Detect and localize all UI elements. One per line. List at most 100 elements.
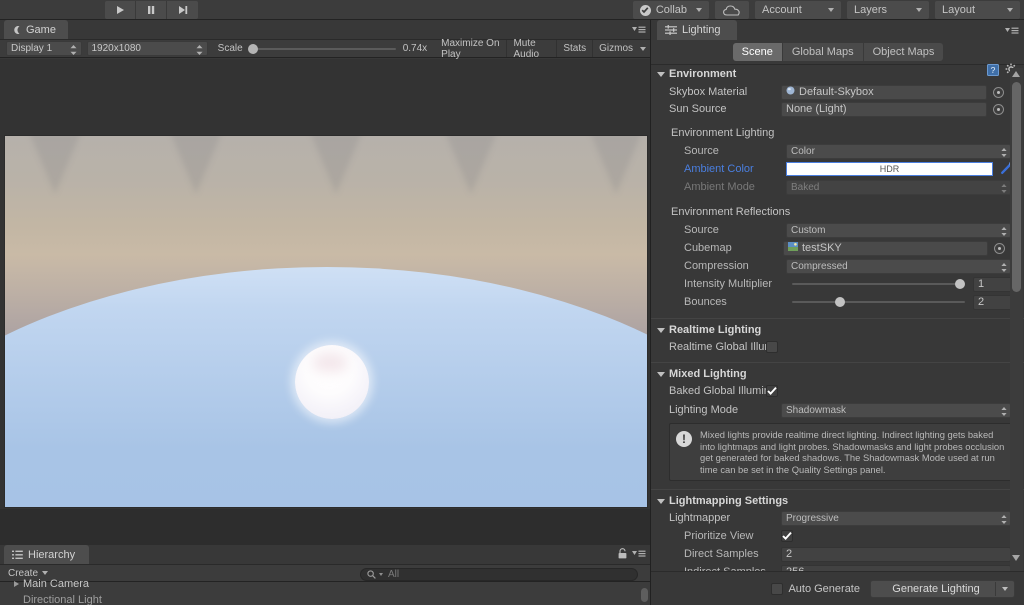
scale-slider-track[interactable] [247, 43, 396, 54]
game-panel-menu-icon[interactable] [632, 25, 646, 37]
hierarchy-item-main-camera[interactable]: Main Camera [0, 576, 650, 592]
expand-arrow-icon[interactable] [14, 581, 19, 587]
gizmos-dropdown-caret[interactable] [636, 46, 650, 51]
field-prioritize-view[interactable]: Prioritize View [651, 528, 1024, 544]
field-compression[interactable]: Compression Compressed [651, 258, 1024, 274]
ambient-color-swatch[interactable]: HDR [786, 162, 993, 176]
reflection-source-dropdown[interactable]: Custom [786, 222, 1011, 239]
layers-button[interactable]: Layers [847, 1, 929, 19]
baked-gi-checkbox[interactable] [766, 385, 778, 397]
lighting-settings-scroll-body[interactable]: Environment Skybox Material Default-Skyb… [651, 66, 1024, 591]
hierarchy-scrollbar[interactable] [640, 583, 649, 604]
play-button[interactable] [105, 1, 136, 19]
lightmapper-dropdown[interactable]: Progressive [781, 510, 1011, 526]
hierarchy-tree[interactable]: Main Camera Directional Light [0, 578, 650, 605]
check-icon [639, 4, 651, 16]
lighting-mode-dropdown[interactable]: Shadowmask [781, 402, 1011, 418]
field-lighting-mode[interactable]: Lighting Mode Shadowmask [651, 402, 1024, 418]
lock-icon[interactable] [618, 548, 627, 562]
cubemap-picker-icon[interactable] [994, 242, 1005, 254]
tab-hierarchy[interactable]: Hierarchy [4, 545, 90, 564]
direct-samples-field[interactable]: 2 [781, 546, 1011, 562]
stats-label: Stats [563, 43, 587, 54]
lighting-panel-scrollbar[interactable] [1010, 68, 1023, 589]
ambient-color-label[interactable]: Ambient Color [651, 163, 786, 175]
field-sun-source[interactable]: Sun Source None (Light) [651, 101, 1024, 117]
scale-slider-knob[interactable] [247, 43, 258, 54]
generate-lighting-button[interactable]: Generate Lighting [870, 579, 1015, 598]
bounces-slider-knob[interactable] [835, 297, 845, 307]
bounces-slider-track[interactable] [792, 297, 965, 307]
account-button[interactable]: Account [755, 1, 841, 19]
section-lightmapping-settings[interactable]: Lightmapping Settings [651, 493, 1024, 509]
scale-slider-group[interactable]: Scale 0.74x [218, 43, 427, 54]
generate-lighting-dropdown[interactable] [996, 586, 1014, 591]
gizmos-button[interactable]: Gizmos [593, 40, 636, 57]
tab-scene[interactable]: Scene [732, 43, 783, 61]
field-baked-global-illumination[interactable]: Baked Global Illuminat [651, 383, 1024, 399]
field-env-source[interactable]: Source Color [651, 143, 1024, 159]
updown-icon [1001, 226, 1007, 239]
section-environment[interactable]: Environment [651, 66, 1024, 82]
auto-generate-checkbox[interactable] [771, 582, 784, 595]
auto-generate-group[interactable]: Auto Generate [771, 582, 860, 595]
maximize-on-play-button[interactable]: Maximize On Play [435, 38, 508, 60]
section-mixed-lighting[interactable]: Mixed Lighting [651, 366, 1024, 382]
scroll-down-arrow-icon[interactable] [1012, 555, 1020, 561]
auto-generate-label: Auto Generate [788, 582, 860, 595]
scrollbar-thumb[interactable] [1012, 82, 1021, 292]
hierarchy-panel-menu-icon[interactable] [632, 549, 646, 561]
tab-game[interactable]: Game [4, 20, 68, 39]
sun-source-picker-icon[interactable] [993, 103, 1004, 115]
tab-object-maps[interactable]: Object Maps [863, 43, 944, 61]
field-ambient-color[interactable]: Ambient Color HDR [651, 161, 1024, 177]
field-cubemap[interactable]: Cubemap testSKY [651, 240, 1024, 256]
field-direct-samples[interactable]: Direct Samples 2 [651, 546, 1024, 562]
chevron-down-icon [657, 371, 665, 377]
hierarchy-tab-row: Hierarchy [0, 545, 650, 564]
realtime-gi-checkbox[interactable] [766, 341, 778, 353]
field-skybox-material[interactable]: Skybox Material Default-Skybox [651, 84, 1024, 100]
compression-dropdown[interactable]: Compressed [786, 258, 1011, 274]
direct-samples-value: 2 [786, 548, 793, 560]
field-lightmapper[interactable]: Lightmapper Progressive [651, 510, 1024, 526]
env-source-dropdown[interactable]: Color [786, 143, 1011, 159]
field-intensity-multiplier[interactable]: Intensity Multiplier 1 [651, 276, 1024, 292]
material-sphere-icon [786, 86, 795, 98]
step-button[interactable] [167, 1, 198, 19]
prioritize-view-checkbox[interactable] [781, 530, 793, 542]
game-render-area[interactable] [0, 59, 650, 509]
cubemap-field[interactable]: testSKY [783, 240, 988, 256]
section-realtime-lighting[interactable]: Realtime Lighting [651, 322, 1024, 338]
skybox-material-picker-icon[interactable] [993, 86, 1004, 98]
pause-button[interactable] [136, 1, 167, 19]
stats-button[interactable]: Stats [557, 40, 594, 57]
collab-button[interactable]: Collab [632, 1, 709, 19]
intensity-slider-track[interactable] [792, 279, 965, 289]
scroll-up-arrow-icon[interactable] [1012, 71, 1020, 77]
generate-lighting-label: Generate Lighting [892, 582, 980, 595]
tab-object-maps-label: Object Maps [872, 46, 935, 58]
hierarchy-item-directional-light[interactable]: Directional Light [0, 592, 650, 605]
mixed-lighting-help-box: ! Mixed lights provide realtime direct l… [669, 423, 1013, 481]
display-value: Display 1 [11, 43, 53, 54]
intensity-slider-knob[interactable] [955, 279, 965, 289]
mute-audio-button[interactable]: Mute Audio [507, 38, 558, 60]
intensity-value: 1 [978, 278, 985, 290]
game-icon [14, 25, 20, 34]
sun-source-field[interactable]: None (Light) [781, 101, 987, 117]
ambient-mode-label: Ambient Mode [684, 181, 755, 193]
display-dropdown[interactable]: Display 1 [6, 41, 82, 56]
layout-button[interactable]: Layout [935, 1, 1020, 19]
lighting-panel-menu-icon[interactable] [1005, 26, 1019, 35]
field-realtime-global-illumination[interactable]: Realtime Global Illumin [651, 339, 1024, 355]
game-view-toolbar: Display 1 1920x1080 Scale 0.74x Maximize… [0, 38, 650, 60]
tab-global-maps[interactable]: Global Maps [782, 43, 864, 61]
sun-source-label: Sun Source [669, 103, 727, 115]
field-reflection-source[interactable]: Source Custom [651, 222, 1024, 238]
resolution-dropdown[interactable]: 1920x1080 [86, 41, 208, 56]
skybox-material-field[interactable]: Default-Skybox [781, 84, 987, 100]
field-reflection-bounces[interactable]: Bounces 2 [651, 294, 1024, 310]
tab-lighting[interactable]: Lighting [657, 20, 737, 40]
cloud-button[interactable] [715, 1, 749, 19]
